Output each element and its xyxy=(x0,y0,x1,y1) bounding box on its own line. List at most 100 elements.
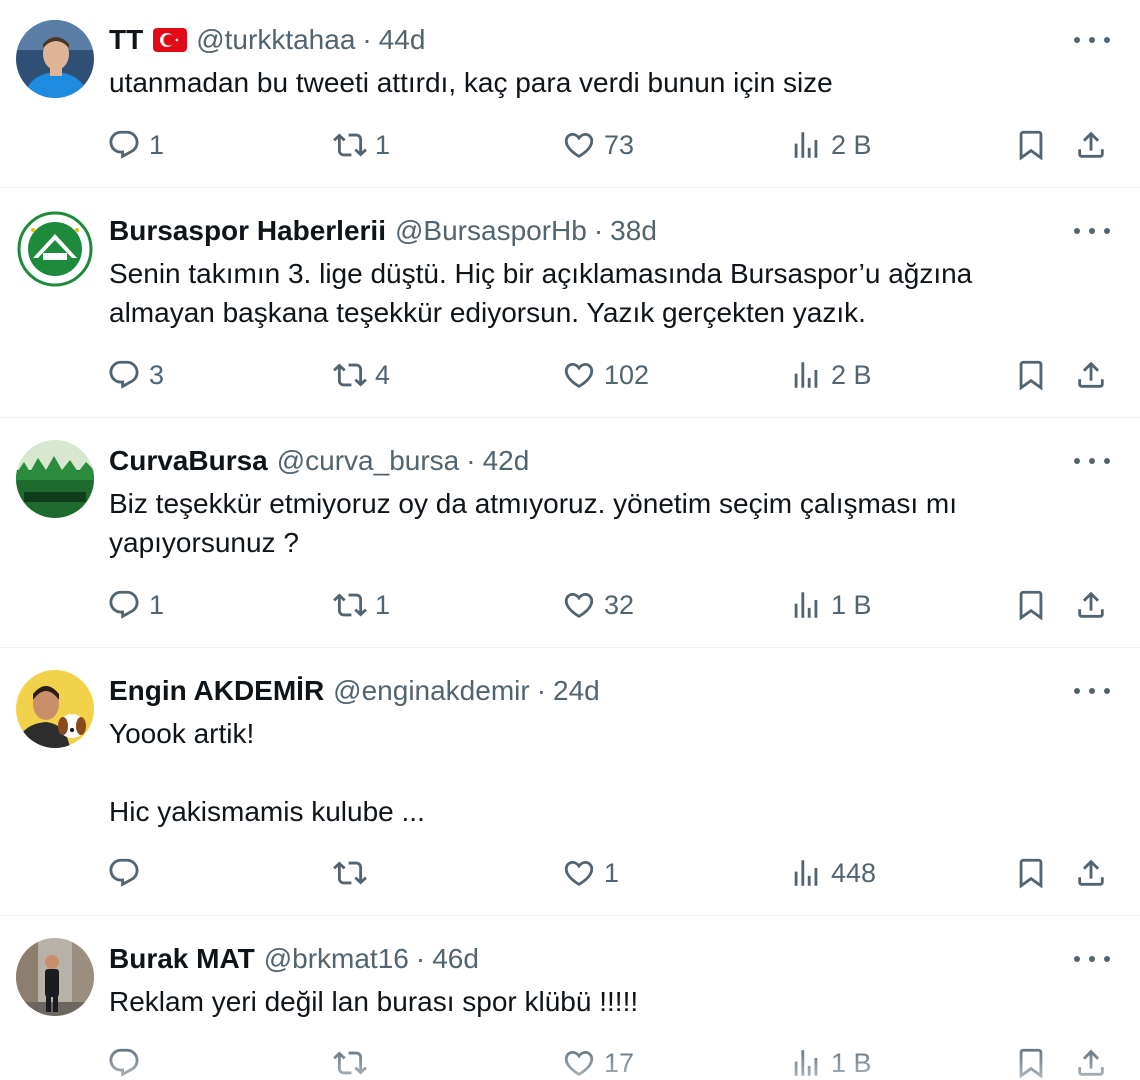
display-name[interactable]: Bursaspor Haberlerii xyxy=(109,214,386,248)
bar-chart-icon xyxy=(789,856,823,890)
username[interactable]: @brkmat16 xyxy=(264,942,409,976)
reply-button[interactable]: 3 xyxy=(107,355,164,395)
reply-button[interactable] xyxy=(107,853,149,893)
share-button[interactable] xyxy=(1074,1043,1108,1080)
retweet-icon xyxy=(333,588,367,622)
tweet[interactable]: Engin AKDEMİR @enginakdemir · 24d Yoook … xyxy=(0,648,1140,916)
heart-icon xyxy=(562,588,596,622)
retweet-count: 4 xyxy=(375,359,391,390)
bookmark-button[interactable] xyxy=(1014,1043,1048,1080)
avatar[interactable] xyxy=(16,670,94,748)
separator-dot: · xyxy=(415,943,426,974)
avatar-photo-icon xyxy=(16,20,94,98)
views-button[interactable]: 2 B xyxy=(789,355,872,395)
retweet-icon xyxy=(333,856,367,890)
username[interactable]: @curva_bursa xyxy=(277,444,460,478)
share-button[interactable] xyxy=(1074,125,1108,165)
timestamp[interactable]: 42d xyxy=(483,444,530,478)
share-button[interactable] xyxy=(1074,853,1108,893)
more-options-icon[interactable] xyxy=(1074,681,1110,701)
tweet-header: CurvaBursa @curva_bursa · 42d xyxy=(109,444,529,478)
like-button[interactable]: 17 xyxy=(562,1043,634,1080)
retweet-button[interactable]: 4 xyxy=(333,355,390,395)
username[interactable]: @enginakdemir xyxy=(333,674,530,708)
retweet-icon xyxy=(333,358,367,392)
tweet-actions: 17 1 B xyxy=(0,1043,1140,1080)
like-count: 73 xyxy=(604,129,635,160)
more-options-icon[interactable] xyxy=(1074,30,1110,50)
bookmark-button[interactable] xyxy=(1014,853,1048,893)
share-button[interactable] xyxy=(1074,585,1108,625)
tweet-text: utanmadan bu tweeti attırdı, kaç para ve… xyxy=(109,67,833,98)
avatar[interactable] xyxy=(16,938,94,1016)
views-button[interactable]: 1 B xyxy=(789,585,872,625)
views-button[interactable]: 1 B xyxy=(789,1043,872,1080)
retweet-button[interactable]: 1 xyxy=(333,585,390,625)
view-count: 1 B xyxy=(831,589,872,620)
more-options-icon[interactable] xyxy=(1074,221,1110,241)
separator-dot: · xyxy=(536,675,547,706)
more-options-icon[interactable] xyxy=(1074,949,1110,969)
like-count: 32 xyxy=(604,589,635,620)
display-name[interactable]: Burak MAT xyxy=(109,942,255,976)
tweet[interactable]: Bursaspor Haberlerii @BursasporHb · 38d … xyxy=(0,188,1140,418)
tweet-text: Reklam yeri değil lan burası spor klübü … xyxy=(109,986,639,1017)
retweet-button[interactable] xyxy=(333,1043,375,1080)
tweet-header: Burak MAT @brkmat16 · 46d xyxy=(109,942,479,976)
bookmark-button[interactable] xyxy=(1014,585,1048,625)
like-button[interactable]: 1 xyxy=(562,853,619,893)
reply-icon xyxy=(107,856,141,890)
reply-count: 3 xyxy=(149,359,165,390)
like-button[interactable]: 102 xyxy=(562,355,649,395)
share-icon xyxy=(1074,856,1108,890)
tweet-header: Engin AKDEMİR @enginakdemir · 24d xyxy=(109,674,600,708)
username[interactable]: @BursasporHb xyxy=(395,214,587,248)
bookmark-icon xyxy=(1014,128,1048,162)
views-button[interactable]: 448 xyxy=(789,853,876,893)
display-name[interactable]: Engin AKDEMİR xyxy=(109,674,324,708)
separator-dot: · xyxy=(466,445,476,476)
tweet[interactable]: CurvaBursa @curva_bursa · 42d Biz teşekk… xyxy=(0,418,1140,648)
share-button[interactable] xyxy=(1074,355,1108,395)
bar-chart-icon xyxy=(789,588,823,622)
retweet-button[interactable]: 1 xyxy=(333,125,390,165)
tweet-actions: 3 4 102 2 B xyxy=(0,355,1140,395)
bookmark-button[interactable] xyxy=(1014,125,1048,165)
heart-icon xyxy=(562,856,596,890)
like-button[interactable]: 32 xyxy=(562,585,634,625)
timestamp[interactable]: 38d xyxy=(610,214,657,248)
view-count: 448 xyxy=(831,857,877,888)
avatar[interactable] xyxy=(16,210,94,288)
separator-dot: · xyxy=(362,24,372,55)
timestamp[interactable]: 24d xyxy=(553,674,600,708)
bookmark-icon xyxy=(1014,588,1048,622)
view-count: 2 B xyxy=(831,129,872,160)
retweet-button[interactable] xyxy=(333,853,375,893)
like-button[interactable]: 73 xyxy=(562,125,634,165)
bookmark-button[interactable] xyxy=(1014,355,1048,395)
bookmark-icon xyxy=(1014,856,1048,890)
reply-button[interactable] xyxy=(107,1043,149,1080)
timestamp[interactable]: 46d xyxy=(432,942,479,976)
reply-button[interactable]: 1 xyxy=(107,125,164,165)
reply-count: 1 xyxy=(149,589,165,620)
view-count: 2 B xyxy=(831,359,872,390)
bar-chart-icon xyxy=(789,358,823,392)
tweet[interactable]: TT @turkktahaa · 44d utanmadan bu tweeti… xyxy=(0,0,1140,188)
views-button[interactable]: 2 B xyxy=(789,125,872,165)
display-name[interactable]: CurvaBursa xyxy=(109,444,268,478)
tweet[interactable]: Burak MAT @brkmat16 · 46d Reklam yeri de… xyxy=(0,916,1140,1080)
reply-button[interactable]: 1 xyxy=(107,585,164,625)
bookmark-icon xyxy=(1014,358,1048,392)
reply-icon xyxy=(107,358,141,392)
avatar[interactable] xyxy=(16,440,94,518)
crowd-photo-icon xyxy=(16,440,94,518)
username[interactable]: @turkktahaa xyxy=(196,23,355,57)
reply-icon xyxy=(107,128,141,162)
more-options-icon[interactable] xyxy=(1074,451,1110,471)
view-count: 1 B xyxy=(831,1047,872,1078)
timestamp[interactable]: 44d xyxy=(379,23,426,57)
display-name[interactable]: TT xyxy=(109,23,143,57)
share-icon xyxy=(1074,588,1108,622)
avatar[interactable] xyxy=(16,20,94,98)
